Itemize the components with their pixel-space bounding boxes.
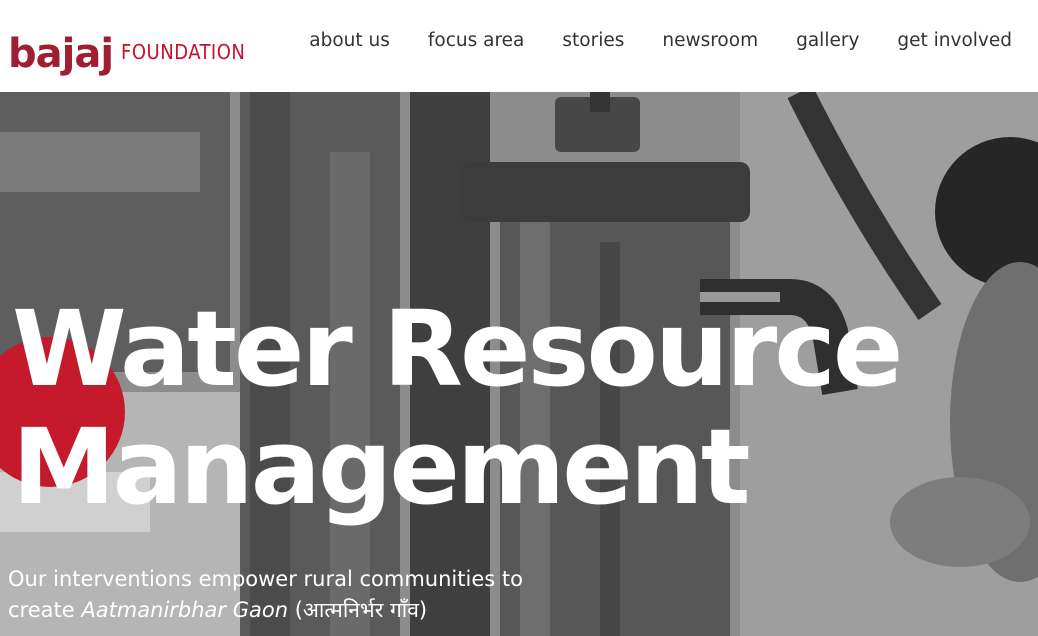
hero-subtitle-emphasis: Aatmanirbhar Gaon	[81, 598, 289, 622]
main-nav: about us focus area stories newsroom gal…	[271, 30, 1012, 51]
hero-title: Water Resource Management	[12, 288, 903, 528]
hero-subtitle: Our interventions empower rural communit…	[8, 564, 568, 626]
logo-wordmark: bajaj	[8, 31, 114, 77]
logo-foundation-text: FOUNDATION	[121, 40, 246, 64]
bajaj-foundation-logo[interactable]: bajaj FOUNDATION	[8, 12, 245, 74]
hero-title-line1: Water Resource	[12, 288, 903, 410]
hero-subtitle-suffix: (आत्मनिर्भर गाँव)	[288, 598, 428, 622]
nav-stories[interactable]: stories	[562, 30, 624, 51]
nav-about-us[interactable]: about us	[309, 30, 390, 51]
nav-newsroom[interactable]: newsroom	[662, 30, 758, 51]
site-header: bajaj FOUNDATION about us focus area sto…	[0, 0, 1038, 92]
nav-gallery[interactable]: gallery	[796, 30, 859, 51]
nav-get-involved[interactable]: get involved	[897, 30, 1012, 51]
hero-banner: Water Resource Management Our interventio…	[0, 92, 1038, 636]
nav-focus-area[interactable]: focus area	[428, 30, 525, 51]
hero-title-line2: Management	[12, 406, 751, 528]
